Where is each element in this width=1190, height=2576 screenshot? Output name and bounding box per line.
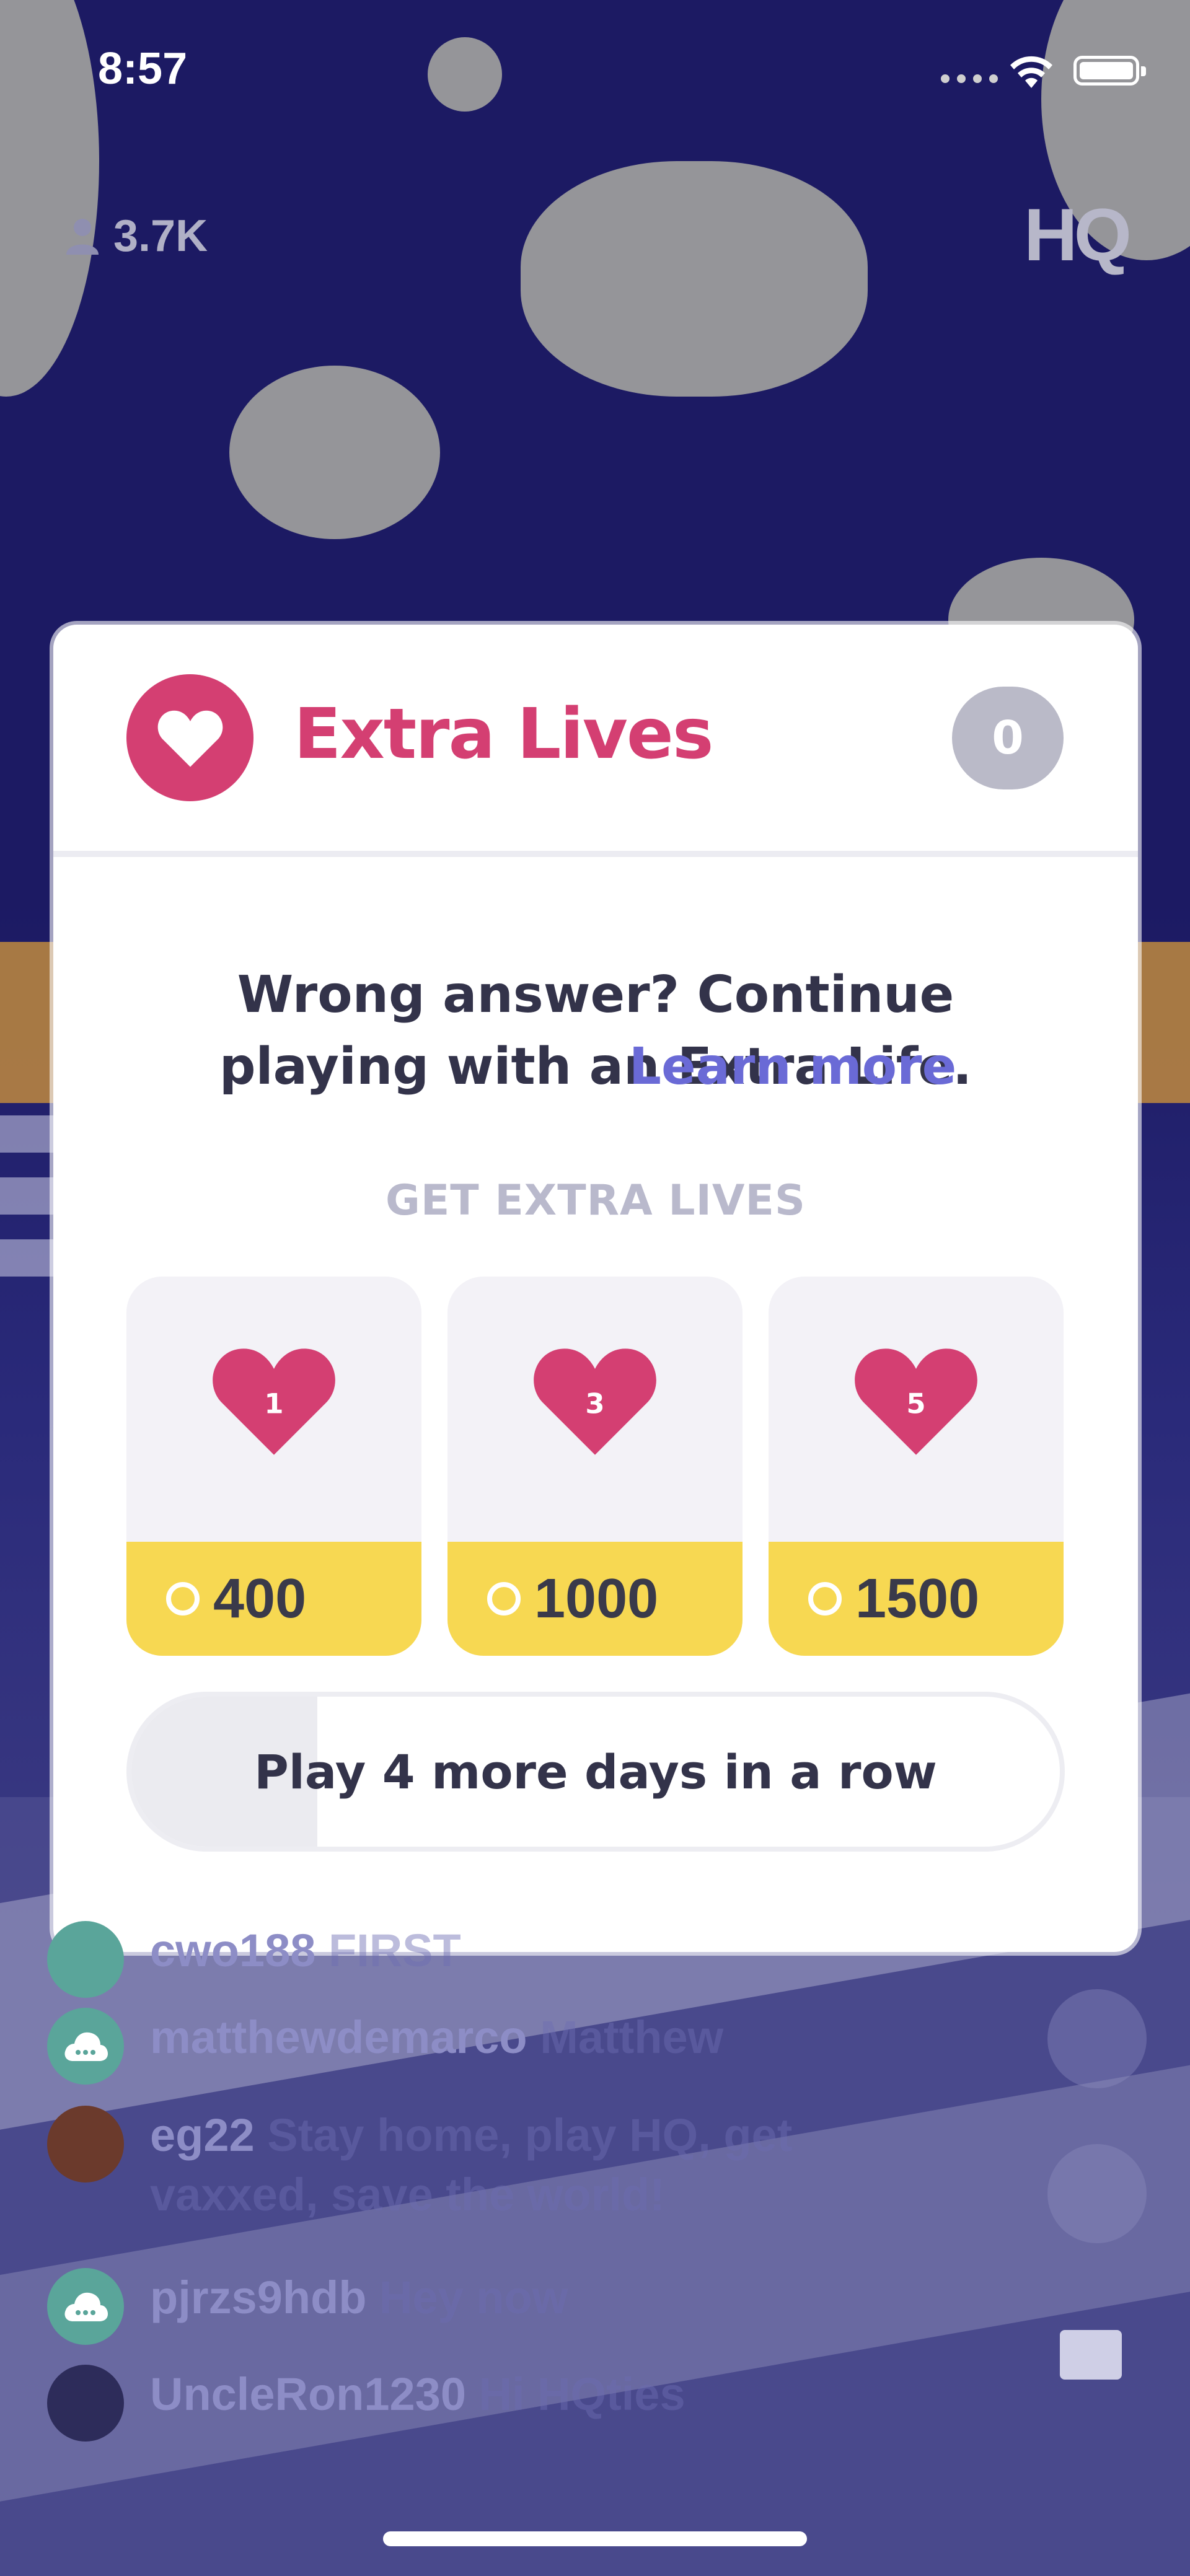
heart-icon: 5 bbox=[855, 1348, 977, 1455]
description: Wrong answer? Continue playing with an E… bbox=[53, 959, 1138, 1175]
chat-body: FIRST bbox=[328, 1925, 461, 1976]
chat-body: Matthew bbox=[540, 2011, 724, 2063]
chat-body: Hi HQties bbox=[478, 2368, 685, 2420]
chat-message-text: eg22 Stay home, play HQ, get vaxxed, sav… bbox=[150, 2106, 956, 2225]
pack-price-label: 1000 bbox=[534, 1567, 659, 1630]
chat-message: pjrzs9hdb Hey now bbox=[47, 2268, 956, 2345]
coin-icon bbox=[166, 1582, 200, 1615]
modal-title: Extra Lives bbox=[294, 694, 713, 775]
avatar bbox=[47, 1921, 124, 1998]
coin-icon bbox=[808, 1582, 842, 1615]
pack-3-lives[interactable]: 3 1000 bbox=[447, 1277, 743, 1656]
pack-5-lives[interactable]: 5 1500 bbox=[769, 1277, 1064, 1656]
chat-message: matthewdemarco Matthew bbox=[47, 2008, 956, 2085]
avatar bbox=[47, 2106, 124, 2183]
cellular-signal-icon bbox=[941, 74, 998, 83]
cloud-icon bbox=[64, 2032, 108, 2061]
pack-price-label: 1500 bbox=[855, 1567, 980, 1630]
extra-lives-modal: Extra Lives 0 Wrong answer? Continue pla… bbox=[53, 625, 1138, 1952]
lives-count-badge: 0 bbox=[952, 687, 1064, 789]
heart-icon bbox=[157, 710, 223, 767]
battery-icon bbox=[1073, 56, 1146, 86]
pack-price: 1500 bbox=[769, 1542, 1064, 1656]
avatar bbox=[47, 2365, 124, 2442]
heart-icon: 3 bbox=[534, 1348, 656, 1455]
bg-shape bbox=[521, 161, 868, 397]
pack-lives-label: 3 bbox=[585, 1387, 604, 1420]
home-indicator[interactable] bbox=[383, 2531, 807, 2546]
pack-lives-label: 5 bbox=[906, 1387, 925, 1420]
chat-message-text: UncleRon1230 Hi HQties bbox=[150, 2365, 956, 2424]
viewer-count-label: 3.7K bbox=[113, 211, 208, 261]
chat-message: UncleRon1230 Hi HQties bbox=[47, 2365, 956, 2442]
chat-username: eg22 bbox=[150, 2109, 255, 2161]
chat-message-text: cwo188 FIRST bbox=[150, 1921, 956, 1980]
pack-lives-label: 1 bbox=[264, 1387, 283, 1420]
pack-1-lives[interactable]: 1 400 bbox=[126, 1277, 421, 1656]
chat-username: cwo188 bbox=[150, 1925, 316, 1976]
cloud-icon bbox=[64, 2292, 108, 2321]
streak-progress-label: Play 4 more days in a row bbox=[254, 1744, 937, 1800]
pack-price: 1000 bbox=[447, 1542, 743, 1656]
share-button[interactable] bbox=[1047, 1989, 1147, 2088]
status-bar: 8:57 bbox=[0, 37, 1190, 112]
avatar bbox=[47, 2268, 124, 2345]
chat-message: cwo188 FIRST bbox=[47, 1921, 956, 1998]
streak-progress-bar: Play 4 more days in a row bbox=[126, 1692, 1065, 1852]
like-button[interactable] bbox=[1047, 2144, 1147, 2243]
chat-message: eg22 Stay home, play HQ, get vaxxed, sav… bbox=[47, 2106, 956, 2225]
chat-username: matthewdemarco bbox=[150, 2011, 527, 2063]
avatar bbox=[47, 2008, 124, 2085]
chat-bubble-icon[interactable] bbox=[1060, 2330, 1122, 2380]
chat-username: UncleRon1230 bbox=[150, 2368, 466, 2420]
coin-icon bbox=[487, 1582, 521, 1615]
chat-message-text: matthewdemarco Matthew bbox=[150, 2008, 956, 2067]
hq-logo: HQ bbox=[1024, 193, 1132, 276]
bg-shape bbox=[229, 366, 440, 539]
modal-header: Extra Lives 0 bbox=[53, 625, 1138, 857]
pack-price: 400 bbox=[126, 1542, 421, 1656]
pack-list: 1 400 3 1000 5 1500 bbox=[126, 1277, 1064, 1656]
learn-more-link[interactable]: Learn more bbox=[629, 1037, 956, 1096]
status-time: 8:57 bbox=[98, 44, 188, 94]
chat-username: pjrzs9hdb bbox=[150, 2272, 367, 2323]
person-icon bbox=[66, 219, 99, 255]
chat-message-text: pjrzs9hdb Hey now bbox=[150, 2268, 956, 2328]
heart-badge bbox=[126, 674, 253, 801]
pack-price-label: 400 bbox=[213, 1567, 307, 1630]
wifi-icon bbox=[1010, 56, 1052, 88]
section-label: GET EXTRA LIVES bbox=[386, 1176, 806, 1225]
heart-icon: 1 bbox=[213, 1348, 335, 1455]
chat-body: Hey now bbox=[379, 2272, 568, 2323]
viewer-count: 3.7K bbox=[65, 211, 208, 262]
